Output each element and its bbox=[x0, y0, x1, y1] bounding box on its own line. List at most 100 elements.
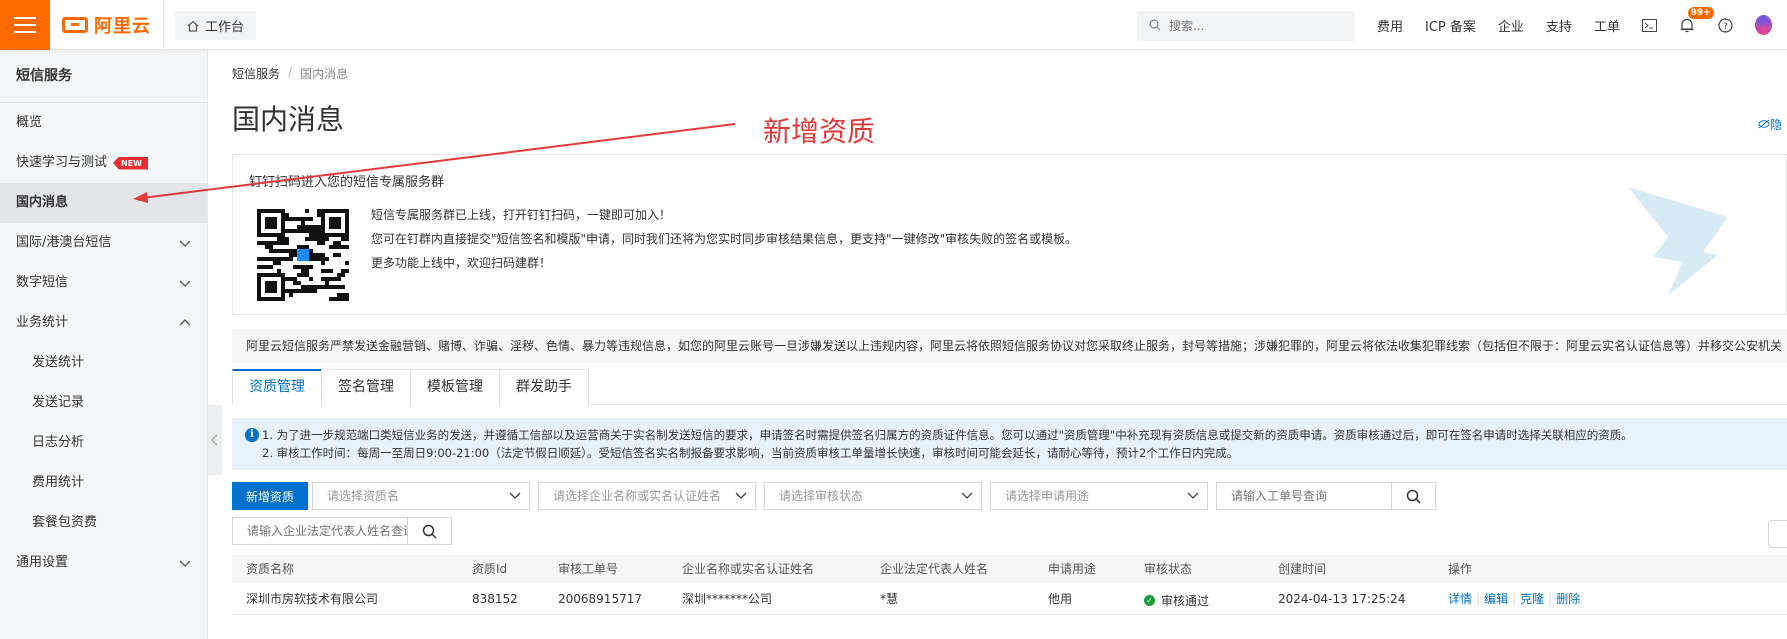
sidebar-item-label: 国际/港澳台短信 bbox=[16, 235, 112, 250]
sidebar-item-business-stats[interactable]: 业务统计 bbox=[0, 303, 207, 343]
nav-support[interactable]: 支持 bbox=[1546, 16, 1572, 35]
column-header: 企业法定代表人姓名 bbox=[880, 562, 989, 576]
cell-legal-rep: *慧 bbox=[880, 592, 899, 606]
add-qualification-button[interactable]: 新增资质 bbox=[232, 482, 308, 510]
tab-bulk-assistant[interactable]: 群发助手 bbox=[499, 369, 589, 405]
breadcrumb-root[interactable]: 短信服务 bbox=[232, 65, 280, 82]
sidebar: 短信服务 概览 快速学习与测试 NEW 国内消息 国际/港澳台短信 数字短信 业… bbox=[0, 50, 208, 639]
cell-created: 2024-04-13 17:25:24 bbox=[1278, 592, 1406, 606]
check-circle-icon: ✓ bbox=[1144, 595, 1155, 606]
ticket-search-button[interactable] bbox=[1392, 482, 1436, 510]
sidebar-item-domestic[interactable]: 国内消息 bbox=[0, 183, 207, 223]
sidebar-item-label: 发送记录 bbox=[32, 395, 85, 410]
nav-icp[interactable]: ICP 备案 bbox=[1425, 16, 1476, 35]
cell-name: 深圳市房软技术有限公司 bbox=[246, 592, 379, 606]
cell-company: 深圳*******公司 bbox=[682, 592, 773, 606]
company-select[interactable]: 请选择企业名称或实名认证姓名 bbox=[538, 482, 756, 510]
info-icon: i bbox=[245, 428, 259, 442]
action-separator: | bbox=[1512, 592, 1517, 606]
global-search[interactable] bbox=[1137, 11, 1355, 41]
terminal-icon[interactable] bbox=[1642, 16, 1658, 34]
dingtalk-group-card: 钉钉扫码进入您的短信专属服务群 短信专属服务群已上线，打开钉钉扫码，一键即可加入… bbox=[232, 154, 1787, 315]
menu-line-icon bbox=[14, 24, 36, 26]
aliyun-logo[interactable]: 阿里云 bbox=[62, 14, 151, 37]
sidebar-item-overview[interactable]: 概览 bbox=[0, 103, 207, 143]
sidebar-item-label: 数字短信 bbox=[16, 275, 69, 290]
hide-link[interactable]: 隐 bbox=[1758, 116, 1782, 133]
status-text: 审核通过 bbox=[1161, 593, 1210, 608]
sidebar-item-label: 费用统计 bbox=[32, 475, 85, 490]
sidebar-item-send-records[interactable]: 发送记录 bbox=[0, 383, 207, 423]
hide-link-label: 隐 bbox=[1770, 118, 1783, 132]
header-divider bbox=[163, 0, 164, 50]
workbench-label: 工作台 bbox=[205, 20, 245, 35]
nav-enterprise[interactable]: 企业 bbox=[1498, 16, 1524, 35]
edit-link[interactable]: 编辑 bbox=[1484, 592, 1508, 606]
tab-signature[interactable]: 签名管理 bbox=[321, 369, 411, 405]
cell-ticket: 20068915717 bbox=[558, 592, 642, 606]
nav-billing[interactable]: 费用 bbox=[1377, 16, 1403, 35]
sidebar-item-label: 套餐包资费 bbox=[32, 515, 98, 530]
info-line: 2. 审核工作时间：每周一至周日9:00-21:00（法定节假日顺延）。受短信签… bbox=[262, 446, 1239, 460]
annotation-label: 新增资质 bbox=[763, 115, 876, 148]
chevron-down-icon bbox=[735, 492, 747, 499]
sidebar-item-general-settings[interactable]: 通用设置 bbox=[0, 543, 207, 583]
svg-text:?: ? bbox=[1723, 22, 1728, 32]
column-header: 创建时间 bbox=[1278, 562, 1327, 576]
search-icon bbox=[1406, 489, 1421, 504]
notification-badge: 99+ bbox=[1687, 7, 1714, 19]
sidebar-item-digital-sms[interactable]: 数字短信 bbox=[0, 263, 207, 303]
breadcrumb-separator: / bbox=[288, 65, 293, 79]
clone-link[interactable]: 克隆 bbox=[1520, 592, 1544, 606]
qualification-select[interactable]: 请选择资质名 bbox=[312, 482, 530, 510]
breadcrumb-current: 国内消息 bbox=[300, 67, 349, 81]
search-icon bbox=[1149, 18, 1161, 34]
ticket-search-input[interactable] bbox=[1216, 482, 1392, 510]
table-row: 深圳市房软技术有限公司 838152 20068915717 深圳*******… bbox=[232, 583, 1787, 615]
detail-link[interactable]: 详情 bbox=[1448, 592, 1472, 606]
sidebar-item-quick-start[interactable]: 快速学习与测试 NEW bbox=[0, 143, 207, 183]
new-badge: NEW bbox=[113, 156, 148, 170]
chevron-down-icon bbox=[179, 560, 191, 567]
help-icon[interactable]: ? bbox=[1717, 16, 1733, 34]
sidebar-item-international[interactable]: 国际/港澳台短信 bbox=[0, 223, 207, 263]
tab-template[interactable]: 模板管理 bbox=[410, 369, 500, 405]
dingtalk-watermark-icon bbox=[1628, 187, 1728, 295]
sidebar-item-log-analysis[interactable]: 日志分析 bbox=[0, 423, 207, 463]
sidebar-item-label: 快速学习与测试 bbox=[16, 155, 108, 170]
sidebar-item-cost-stats[interactable]: 费用统计 bbox=[0, 463, 207, 503]
aliyun-logo-icon bbox=[62, 17, 88, 33]
bell-icon[interactable]: 99+ bbox=[1680, 7, 1714, 34]
breadcrumb: 短信服务 / 国内消息 bbox=[232, 65, 348, 82]
eye-off-icon bbox=[1758, 119, 1770, 129]
sidebar-item-send-stats[interactable]: 发送统计 bbox=[0, 343, 207, 383]
chevron-down-icon bbox=[509, 492, 521, 499]
legal-rep-search-button[interactable] bbox=[408, 517, 452, 545]
legal-rep-search-input[interactable] bbox=[232, 517, 408, 545]
column-header: 申请用途 bbox=[1048, 562, 1097, 576]
column-header: 企业名称或实名认证姓名 bbox=[682, 562, 815, 576]
sidebar-item-package-pricing[interactable]: 套餐包资费 bbox=[0, 503, 207, 543]
avatar[interactable] bbox=[1754, 15, 1773, 35]
sidebar-item-label: 日志分析 bbox=[32, 435, 85, 450]
search-input[interactable] bbox=[1169, 19, 1339, 33]
menu-hamburger-button[interactable] bbox=[0, 0, 50, 50]
info-notice: i 1. 为了进一步规范端口类短信业务的发送，并遵循工信部以及运营商关于实名制发… bbox=[232, 418, 1787, 470]
usage-select[interactable]: 请选择申请用途 bbox=[990, 482, 1208, 510]
nav-ticket[interactable]: 工单 bbox=[1594, 16, 1620, 35]
chevron-up-icon bbox=[179, 319, 191, 326]
workbench-button[interactable]: 工作台 bbox=[175, 11, 257, 40]
action-separator: | bbox=[1476, 592, 1481, 606]
delete-link[interactable]: 删除 bbox=[1556, 592, 1580, 606]
sidebar-item-label: 国内消息 bbox=[16, 195, 69, 210]
select-placeholder: 请选择申请用途 bbox=[1005, 489, 1090, 503]
top-bar: 阿里云 工作台 费用 ICP 备案 企业 支持 工单 99+ ? 简体 bbox=[0, 0, 1787, 50]
select-placeholder: 请选择审核状态 bbox=[779, 489, 864, 503]
tab-qualification[interactable]: 资质管理 bbox=[232, 369, 322, 406]
main-content: 短信服务 / 国内消息 国内消息 隐 钉钉扫码进入您的短信专属服务群 短信专属服… bbox=[208, 50, 1787, 639]
dingtalk-line: 短信专属服务群已上线，打开钉钉扫码，一键即可加入！ bbox=[371, 208, 672, 222]
sidebar-item-label: 通用设置 bbox=[16, 555, 69, 570]
status-select[interactable]: 请选择审核状态 bbox=[764, 482, 982, 510]
dingtalk-line: 更多功能上线中，欢迎扫码建群！ bbox=[371, 256, 552, 270]
column-settings-button[interactable] bbox=[1768, 520, 1787, 548]
